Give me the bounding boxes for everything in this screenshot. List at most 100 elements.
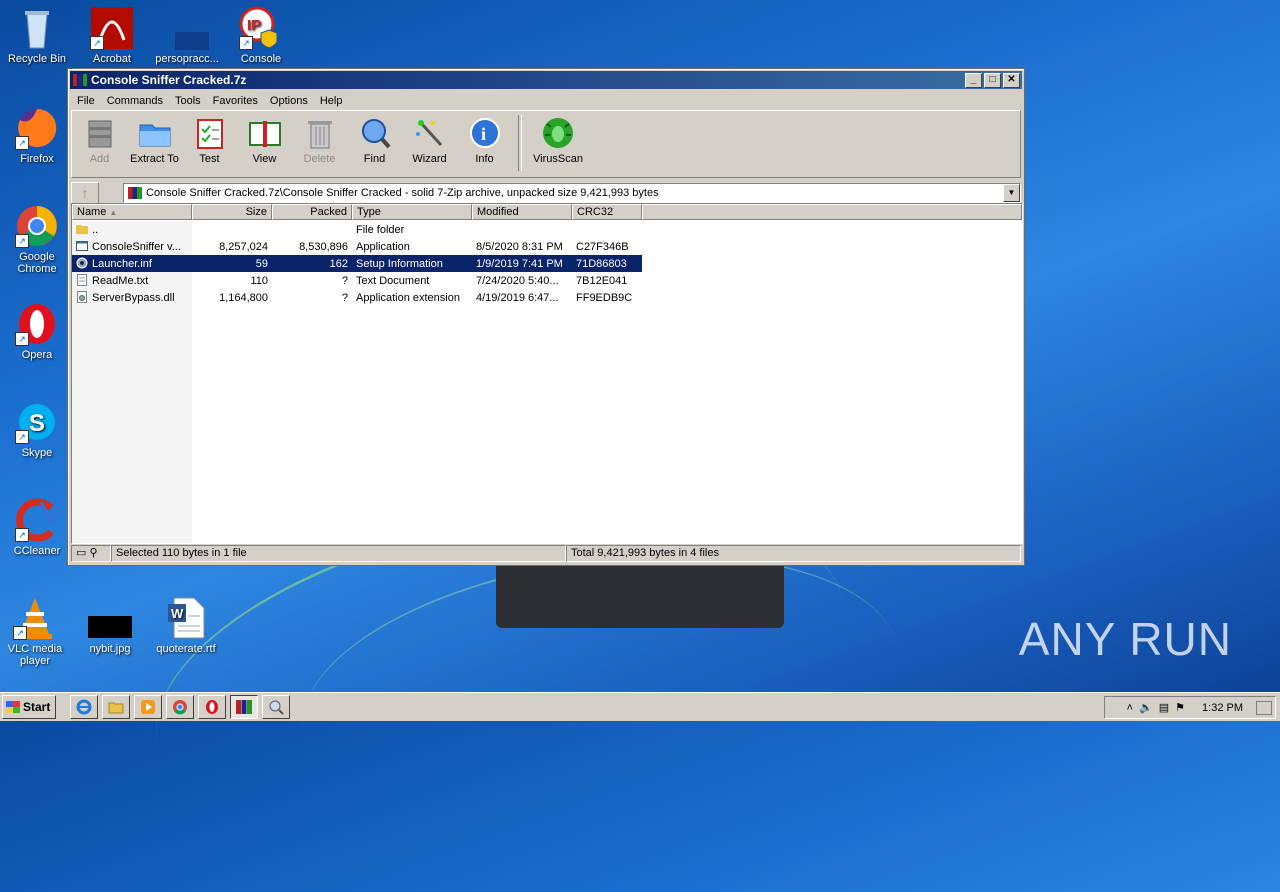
view-button[interactable]: View xyxy=(237,115,292,165)
opera-icon xyxy=(206,700,218,714)
start-button[interactable]: Start xyxy=(2,695,56,719)
desktop-icon-recycle-bin[interactable]: Recycle Bin xyxy=(2,6,72,65)
menu-options[interactable]: Options xyxy=(264,95,314,107)
desktop-icon-vlc[interactable]: ↗ VLC media player xyxy=(0,596,70,667)
status-selected: Selected 110 bytes in 1 file xyxy=(111,545,566,562)
file-crc: C27F346B xyxy=(576,240,629,253)
shortcut-arrow-icon: ↗ xyxy=(239,36,253,50)
taskbar-magnifier[interactable] xyxy=(262,695,290,719)
volume-icon[interactable]: 🔈 xyxy=(1139,701,1153,714)
toolbar-label: Info xyxy=(475,153,494,165)
menubar: File Commands Tools Favorites Options He… xyxy=(68,91,1024,110)
windows-flag-icon xyxy=(6,701,20,713)
taskbar-internet-explorer[interactable] xyxy=(70,695,98,719)
up-folder-button[interactable]: ↑ xyxy=(71,182,99,204)
extract-to-button[interactable]: Extract To xyxy=(127,115,182,165)
desktop-icon-skype[interactable]: S ↗ Skype xyxy=(2,400,72,459)
column-header-name[interactable]: Name ▲ xyxy=(72,204,192,220)
address-bar[interactable]: Console Sniffer Cracked.7z\Console Sniff… xyxy=(123,183,1021,203)
taskbar-media-player[interactable] xyxy=(134,695,162,719)
chrome-icon: ↗ xyxy=(15,204,59,248)
column-header-packed[interactable]: Packed xyxy=(272,204,352,220)
add-archive-icon xyxy=(83,117,117,149)
ip-console-icon: IP ↗ xyxy=(239,6,283,50)
file-name: ServerBypass.dll xyxy=(92,292,175,304)
desktop-icon-opera[interactable]: ↗ Opera xyxy=(2,302,72,361)
word-document-icon: W xyxy=(164,596,208,640)
minimize-button[interactable]: _ xyxy=(965,72,982,88)
menu-file[interactable]: File xyxy=(71,95,101,107)
find-button[interactable]: Find xyxy=(347,115,402,165)
test-clipboard-icon xyxy=(193,117,227,149)
delete-button[interactable]: Delete xyxy=(292,115,347,165)
file-type: Application extension xyxy=(356,291,460,304)
sort-ascending-icon: ▲ xyxy=(109,208,118,217)
column-label: Name xyxy=(77,206,107,218)
drive-icon[interactable]: ▭ ⚲ xyxy=(71,545,111,562)
virusscan-button[interactable]: VirusScan xyxy=(528,115,588,165)
shortcut-arrow-icon: ↗ xyxy=(15,332,29,346)
file-size: 110 xyxy=(250,274,268,287)
clock[interactable]: 1:32 PM xyxy=(1202,702,1243,714)
folder-icon xyxy=(76,225,88,234)
menu-tools[interactable]: Tools xyxy=(169,95,207,107)
status-total: Total 9,421,993 bytes in 4 files xyxy=(566,545,1021,562)
tray-expand-icon[interactable]: ˄ xyxy=(1127,702,1133,714)
column-label: Type xyxy=(357,206,381,218)
table-row[interactable]: ServerBypass.dll 1,164,800 ? Application… xyxy=(72,289,642,306)
shortcut-arrow-icon: ↗ xyxy=(15,430,29,444)
table-row[interactable]: ConsoleSniffer v... 8,257,024 8,530,896 … xyxy=(72,238,642,255)
desktop-icon-nybit[interactable]: nybit.jpg xyxy=(75,596,145,655)
file-size: 1,164,800 xyxy=(219,291,268,304)
desktop-icon-quoterate[interactable]: W quoterate.rtf xyxy=(151,596,221,655)
show-desktop-button[interactable] xyxy=(1256,700,1272,715)
desktop-icon-label: VLC media player xyxy=(7,643,63,667)
column-header-modified[interactable]: Modified xyxy=(472,204,572,220)
taskbar: Start ˄ 🔈 ▤ ⚑ 1:32 PM xyxy=(0,692,1280,721)
column-header-crc32[interactable]: CRC32 xyxy=(572,204,642,220)
file-crc: 71D86803 xyxy=(576,257,627,270)
desktop-icon-firefox[interactable]: ↗ Firefox xyxy=(2,106,72,165)
svg-text:W: W xyxy=(171,606,184,621)
file-type: File folder xyxy=(356,223,405,236)
file-type: Setup Information xyxy=(356,257,443,270)
table-row[interactable]: ReadMe.txt 110 ? Text Document 7/24/2020… xyxy=(72,272,642,289)
window-titlebar[interactable]: Console Sniffer Cracked.7z _ □ ✕ xyxy=(70,71,1022,89)
info-button[interactable]: i Info xyxy=(457,115,512,165)
file-list[interactable]: Name ▲ Size Packed Type Modified CRC32 .… xyxy=(71,203,1023,544)
shortcut-arrow-icon: ↗ xyxy=(15,234,29,248)
address-dropdown-button[interactable]: ▼ xyxy=(1003,184,1020,202)
desktop-icon-acrobat[interactable]: ↗ Acrobat xyxy=(77,6,147,65)
anyrun-watermark: ANY RUN xyxy=(1018,613,1232,665)
action-center-flag-icon[interactable]: ⚑ xyxy=(1175,701,1185,714)
toolbar-label: View xyxy=(252,153,277,165)
toolbar-label: Extract To xyxy=(130,153,179,165)
system-tray: ˄ 🔈 ▤ ⚑ 1:32 PM xyxy=(1104,696,1276,719)
desktop-icon-ccleaner[interactable]: ↗ CCleaner xyxy=(2,498,72,557)
desktop-icon-label: Firefox xyxy=(20,153,54,165)
dll-file-icon xyxy=(77,291,87,303)
desktop-icon-chrome[interactable]: ↗ Google Chrome xyxy=(2,204,72,275)
menu-favorites[interactable]: Favorites xyxy=(207,95,264,107)
taskbar-opera[interactable] xyxy=(198,695,226,719)
menu-commands[interactable]: Commands xyxy=(101,95,169,107)
menu-help[interactable]: Help xyxy=(314,95,349,107)
column-header-type[interactable]: Type xyxy=(352,204,472,220)
table-row[interactable]: .. File folder xyxy=(72,221,642,238)
desktop-icon-file[interactable]: persopracc... xyxy=(152,6,222,65)
winrar-icon xyxy=(73,74,87,86)
maximize-button[interactable]: □ xyxy=(984,72,1001,88)
column-header-size[interactable]: Size xyxy=(192,204,272,220)
chrome-icon xyxy=(173,700,187,715)
taskbar-chrome[interactable] xyxy=(166,695,194,719)
desktop-icon-console[interactable]: IP ↗ Console xyxy=(226,6,296,65)
add-button[interactable]: Add xyxy=(72,115,127,165)
wizard-button[interactable]: Wizard xyxy=(402,115,457,165)
taskbar-explorer[interactable] xyxy=(102,695,130,719)
taskbar-winrar[interactable] xyxy=(230,695,258,719)
table-row[interactable]: Launcher.inf 59 162 Setup Information 1/… xyxy=(72,255,642,272)
network-icon[interactable]: ▤ xyxy=(1159,701,1169,714)
test-button[interactable]: Test xyxy=(182,115,237,165)
close-button[interactable]: ✕ xyxy=(1003,72,1020,88)
background-panel xyxy=(496,560,784,628)
